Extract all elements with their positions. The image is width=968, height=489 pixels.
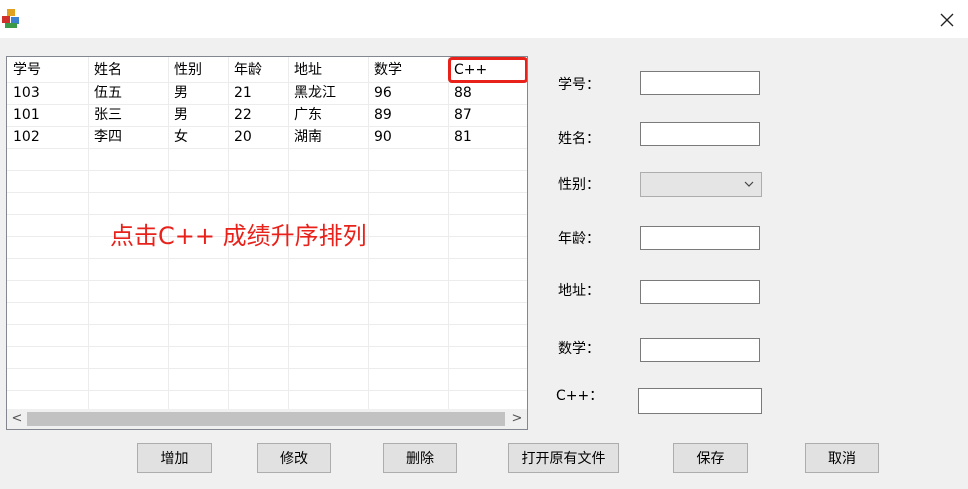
column-header-address[interactable]: 地址 (288, 59, 368, 81)
cell-gender: 女 (174, 129, 188, 145)
title-bar (0, 0, 968, 38)
id-field[interactable] (640, 71, 760, 95)
scroll-right-icon[interactable]: > (507, 409, 527, 429)
name-label: 姓名： (558, 131, 600, 147)
scroll-thumb[interactable] (27, 412, 505, 426)
horizontal-scrollbar[interactable]: < > (7, 409, 527, 429)
cell-math: 89 (374, 107, 392, 123)
app-icon (2, 9, 19, 28)
age-label: 年龄： (558, 231, 600, 247)
address-label: 地址： (558, 283, 600, 299)
cell-id: 102 (13, 129, 40, 145)
cpp-label: C++： (556, 388, 604, 404)
cpp-field[interactable] (638, 388, 762, 414)
cell-cpp: 81 (454, 129, 472, 145)
math-field[interactable] (640, 338, 760, 362)
title-text-cropped (60, 0, 530, 4)
close-button[interactable] (930, 6, 964, 34)
math-label: 数学： (558, 341, 600, 357)
cpp-header-highlight (448, 57, 527, 83)
gender-combobox[interactable] (640, 172, 762, 197)
edit-button[interactable]: 修改 (257, 443, 331, 473)
cell-gender: 男 (174, 85, 188, 101)
column-header-age[interactable]: 年龄 (228, 59, 288, 81)
column-header-id[interactable]: 学号 (7, 59, 87, 81)
cell-id: 103 (13, 85, 40, 101)
chevron-down-icon (743, 175, 755, 196)
cell-id: 101 (13, 107, 40, 123)
cell-address: 黑龙江 (294, 85, 336, 101)
delete-button[interactable]: 删除 (383, 443, 457, 473)
scroll-left-icon[interactable]: < (7, 409, 27, 429)
cell-math: 96 (374, 85, 392, 101)
cell-cpp: 87 (454, 107, 472, 123)
gender-label: 性别： (558, 177, 600, 193)
cell-address: 湖南 (294, 129, 322, 145)
save-button[interactable]: 保存 (673, 443, 748, 473)
id-label: 学号： (558, 77, 600, 93)
cell-name: 伍五 (94, 85, 122, 101)
cell-math: 90 (374, 129, 392, 145)
column-header-gender[interactable]: 性别 (168, 59, 228, 81)
cell-age: 20 (234, 129, 252, 145)
address-field[interactable] (640, 280, 760, 304)
name-field[interactable] (640, 122, 760, 146)
cell-gender: 男 (174, 107, 188, 123)
add-button[interactable]: 增加 (137, 443, 212, 473)
column-header-name[interactable]: 姓名 (88, 59, 168, 81)
sort-annotation: 点击C++ 成绩升序排列 (110, 222, 367, 250)
cell-cpp: 88 (454, 85, 472, 101)
cell-address: 广东 (294, 107, 322, 123)
cancel-button[interactable]: 取消 (805, 443, 879, 473)
cell-name: 李四 (94, 129, 122, 145)
cell-age: 22 (234, 107, 252, 123)
age-field[interactable] (640, 226, 760, 250)
cell-name: 张三 (94, 107, 122, 123)
column-header-math[interactable]: 数学 (368, 59, 448, 81)
open-file-button[interactable]: 打开原有文件 (508, 443, 619, 473)
cell-age: 21 (234, 85, 252, 101)
close-icon (940, 13, 954, 27)
